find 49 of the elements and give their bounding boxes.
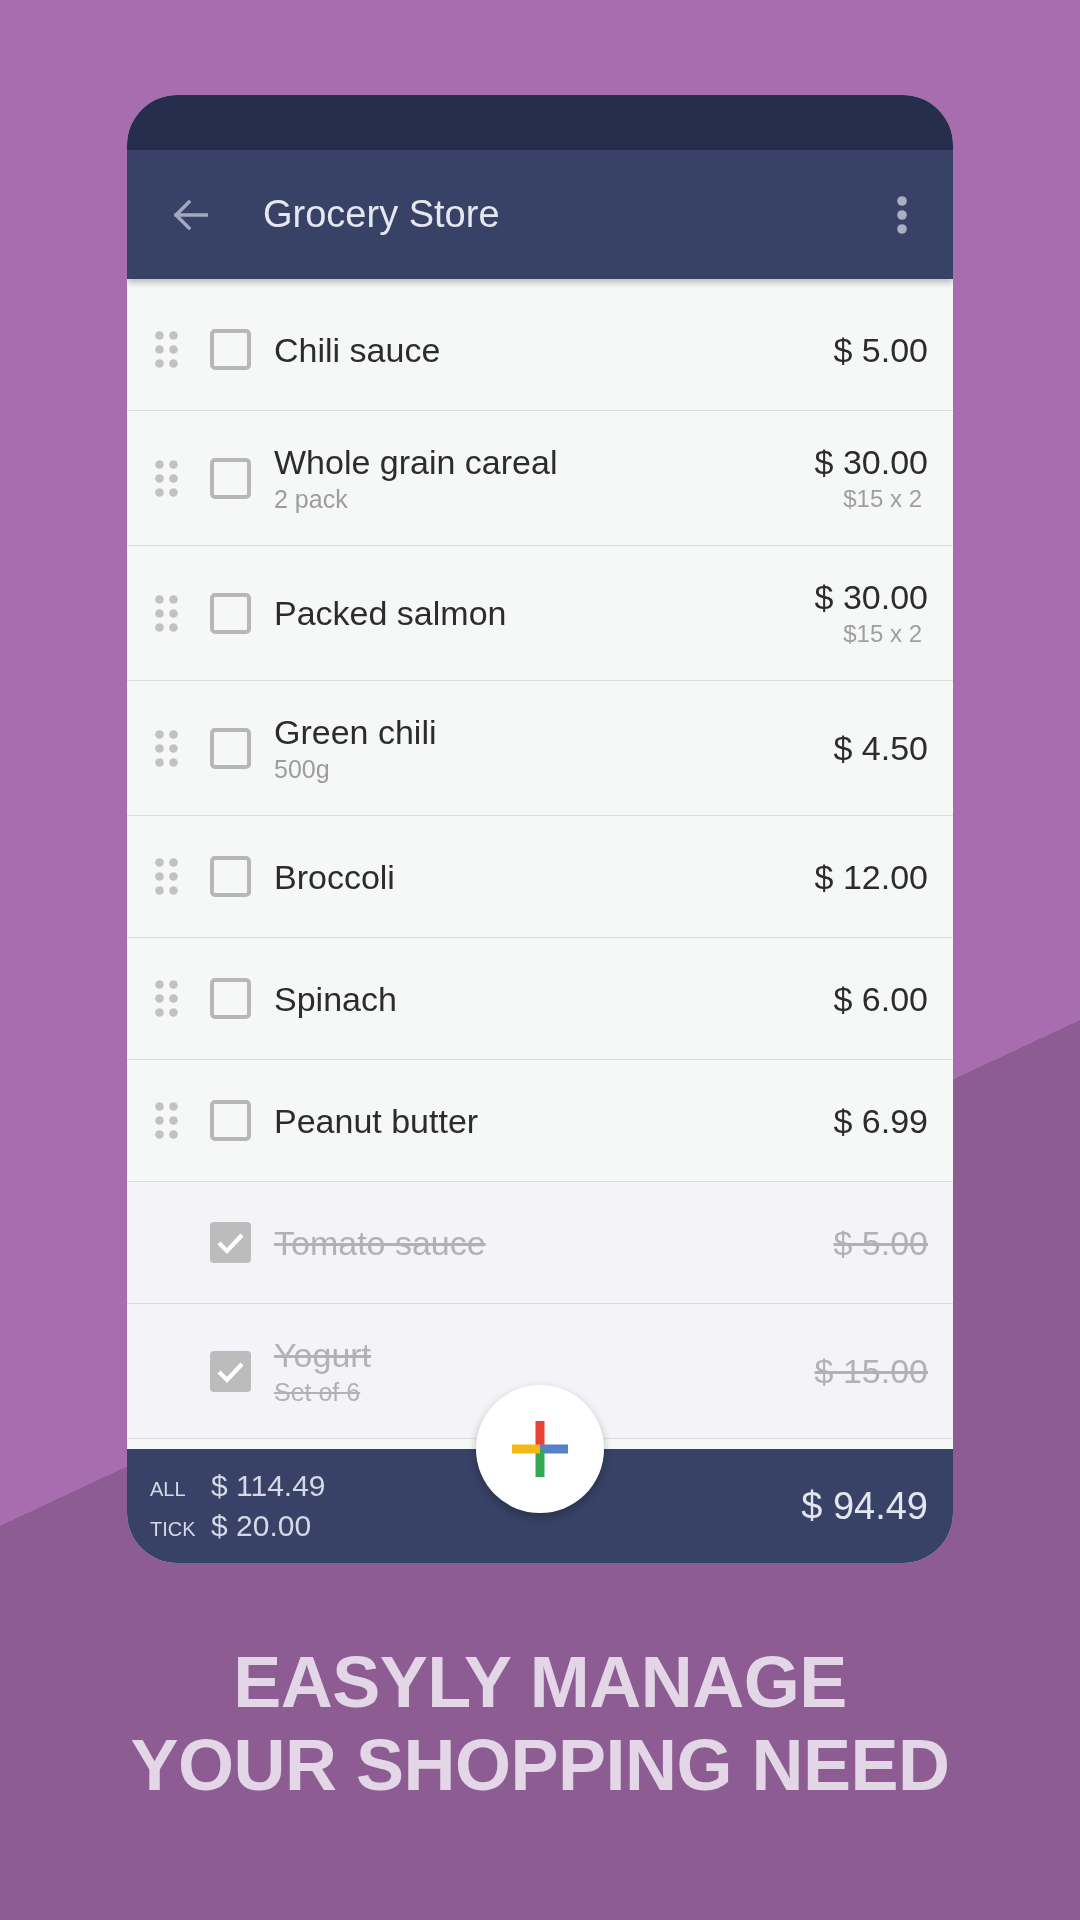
item-note: 2 pack xyxy=(274,484,348,515)
item-name: Chili sauce xyxy=(274,329,441,371)
item-name: Spinach xyxy=(274,978,397,1020)
item-price: $ 12.00 xyxy=(814,856,928,898)
item-price: $ 6.00 xyxy=(833,978,928,1020)
checkbox[interactable] xyxy=(210,1100,251,1141)
screen-title: Grocery Store xyxy=(263,193,501,236)
drag-handle-icon[interactable] xyxy=(155,1102,178,1139)
checkbox[interactable] xyxy=(210,1222,251,1263)
item-price: $ 5.00 xyxy=(833,1222,928,1264)
checkbox[interactable] xyxy=(210,457,251,499)
item-price: $ 30.00 xyxy=(814,577,928,618)
item-price: $ 6.99 xyxy=(833,1100,928,1142)
checkbox[interactable] xyxy=(210,592,251,634)
total-label: ALL xyxy=(150,1478,186,1501)
item-note: Set of 6 xyxy=(274,1377,361,1408)
drag-handle-icon[interactable] xyxy=(155,980,178,1017)
checkbox[interactable] xyxy=(210,1350,251,1392)
ticked-label: TICK xyxy=(150,1518,196,1541)
back-arrow-icon[interactable] xyxy=(174,199,208,230)
remaining-total: $ 94.49 xyxy=(801,1484,928,1528)
ticked-value: $ 20.00 xyxy=(211,1509,312,1543)
drag-handle-icon[interactable] xyxy=(155,331,178,368)
item-name: Broccoli xyxy=(274,856,395,898)
item-note: 500g xyxy=(274,754,330,785)
item-name: Tomato sauce xyxy=(274,1222,486,1264)
headline: EASYLY MANAGE YOUR SHOPPING NEED xyxy=(130,1641,950,1807)
item-name: Packed salmon xyxy=(274,593,507,634)
drag-handle-icon[interactable] xyxy=(155,594,178,632)
drag-handle-icon[interactable] xyxy=(155,729,178,767)
checkbox[interactable] xyxy=(210,856,251,897)
unit-price: $15 x 2 xyxy=(843,484,922,514)
more-options-icon[interactable] xyxy=(897,195,907,234)
item-price: $ 15.00 xyxy=(814,1351,928,1392)
checkbox[interactable] xyxy=(210,727,251,769)
unit-price: $15 x 2 xyxy=(843,619,922,649)
total-value: $ 114.49 xyxy=(211,1469,326,1503)
item-name: Green chili xyxy=(274,712,437,753)
plus-icon xyxy=(512,1421,568,1477)
item-price: $ 30.00 xyxy=(814,442,928,483)
item-price: $ 5.00 xyxy=(833,329,928,371)
drag-handle-icon[interactable] xyxy=(155,858,178,895)
item-price: $ 4.50 xyxy=(833,728,928,769)
item-name: Peanut butter xyxy=(274,1100,479,1142)
item-name: Whole grain careal xyxy=(274,442,558,483)
checkbox[interactable] xyxy=(210,978,251,1019)
drag-handle-icon[interactable] xyxy=(155,459,178,497)
checkbox[interactable] xyxy=(210,329,251,370)
item-name: Yogurt xyxy=(274,1335,372,1376)
